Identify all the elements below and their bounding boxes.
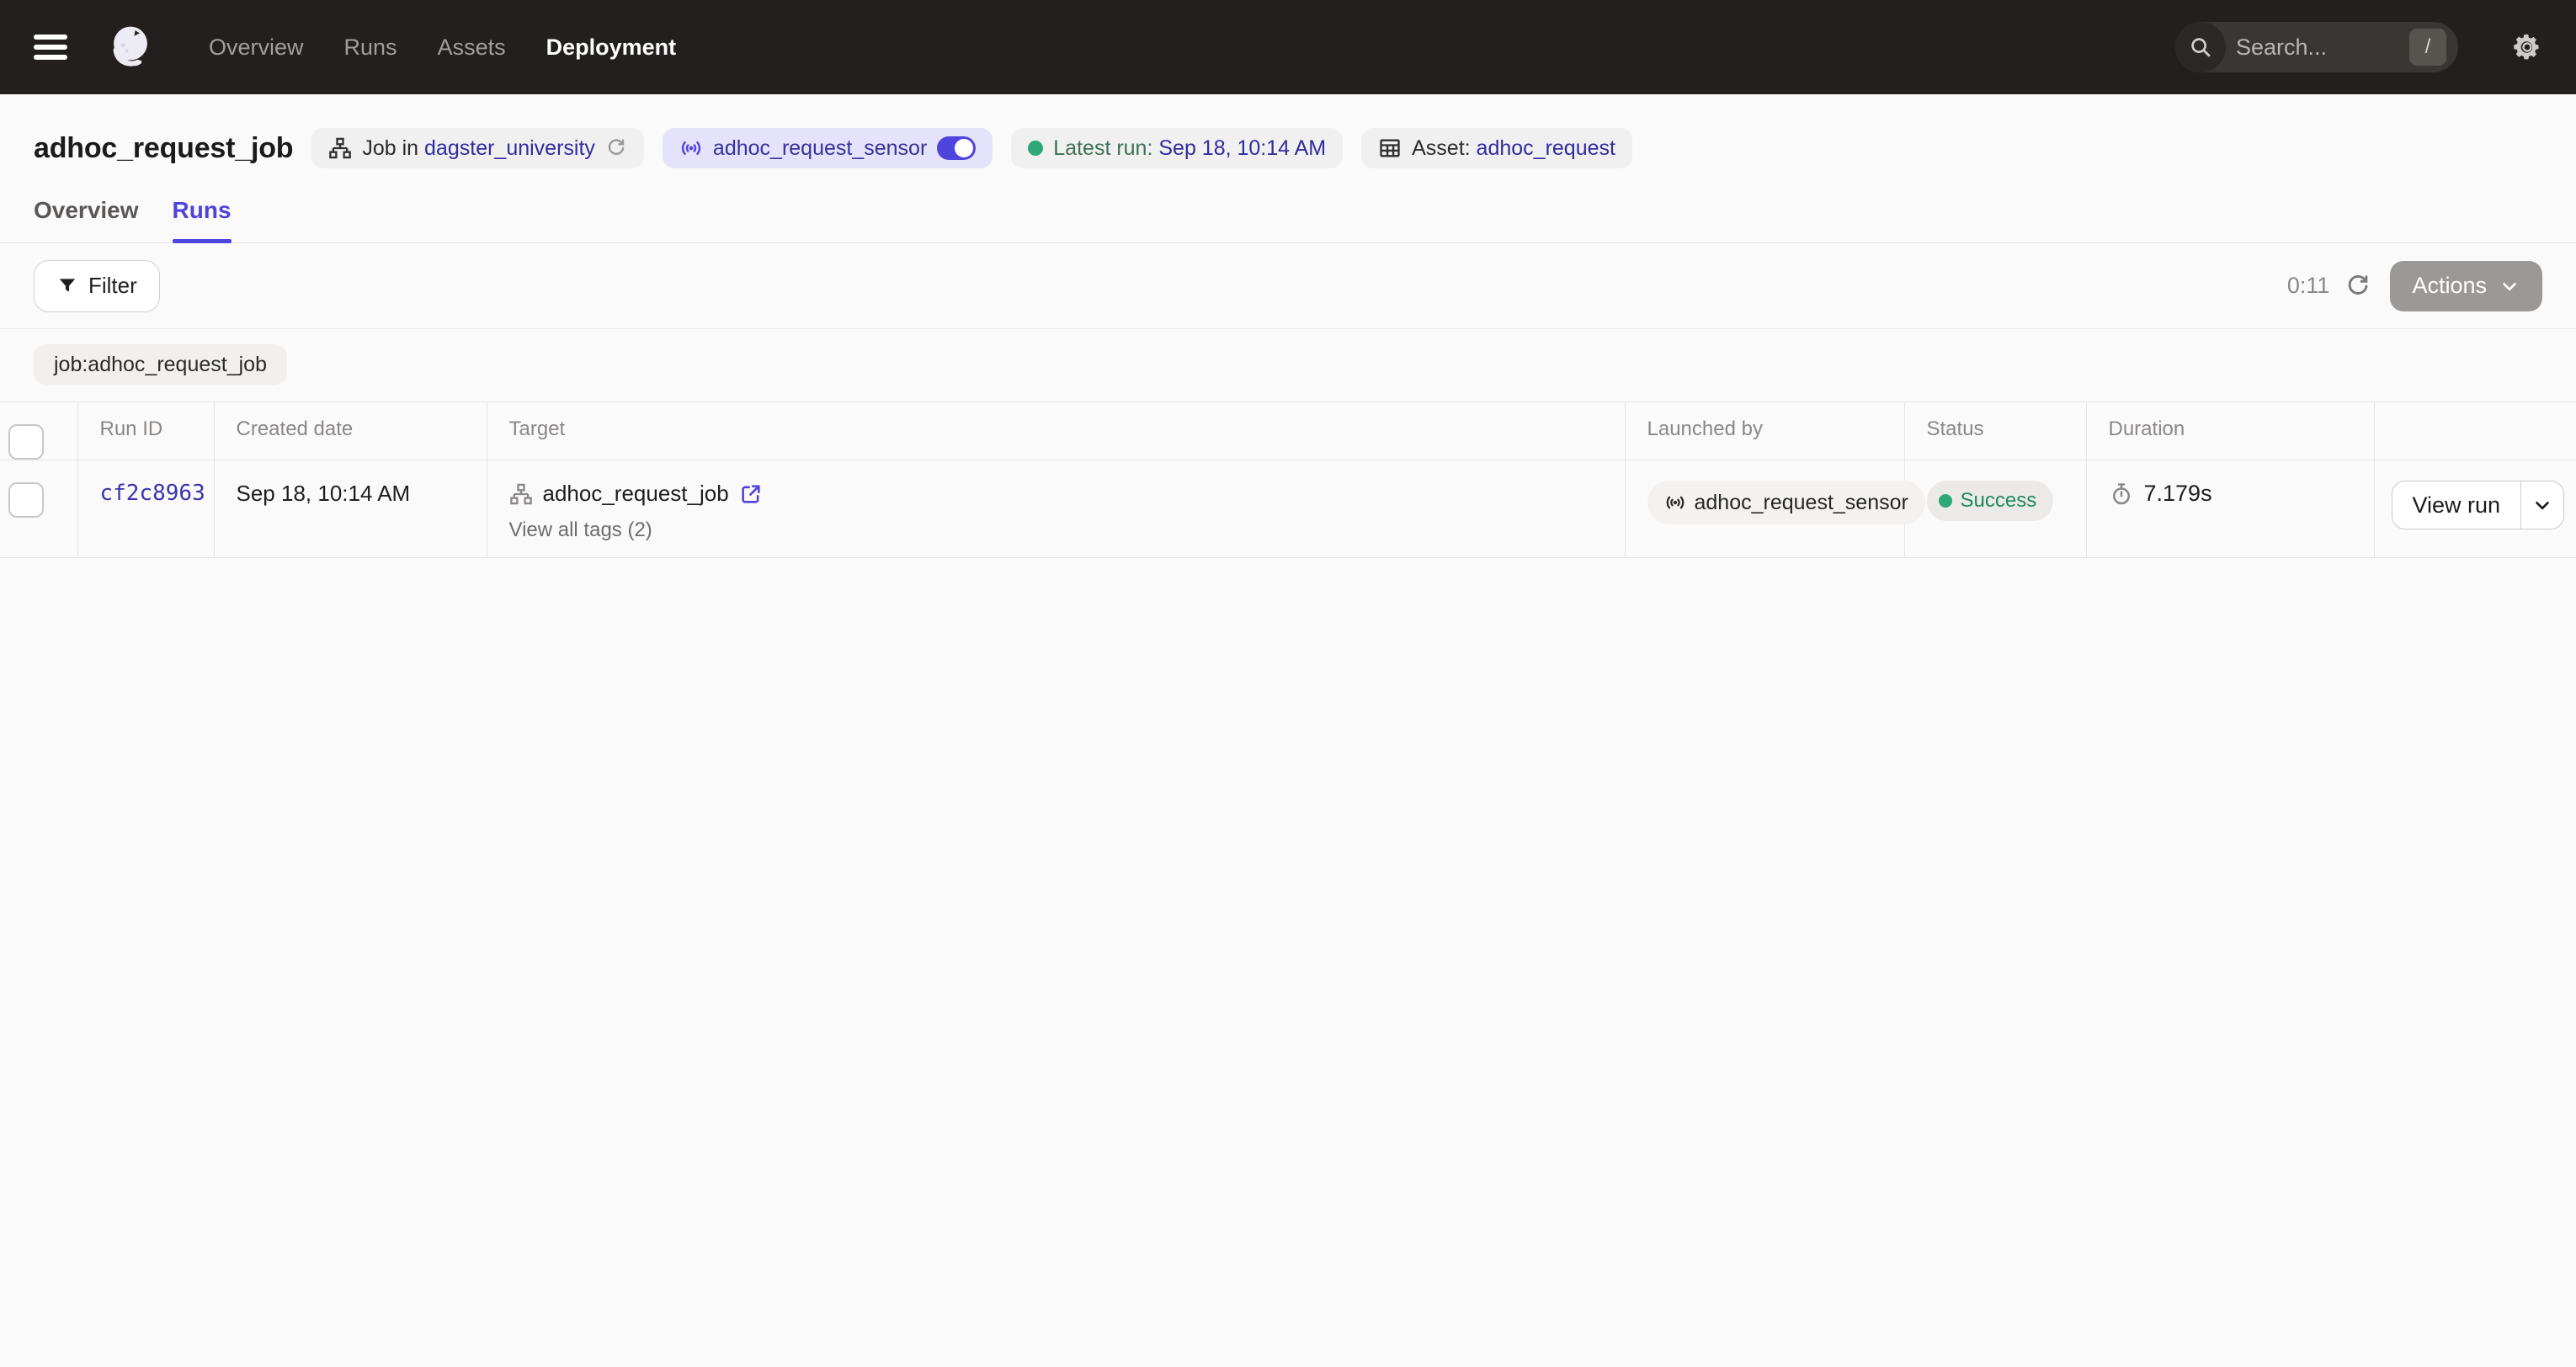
actions-button[interactable]: Actions [2390, 261, 2542, 311]
external-link-icon[interactable] [739, 482, 763, 506]
stopwatch-icon [2109, 481, 2134, 507]
column-header-launched-by: Launched by [1625, 402, 1904, 460]
view-run-button[interactable]: View run [2392, 481, 2521, 529]
launched-by-name: adhoc_request_sensor [1695, 491, 1908, 515]
hamburger-menu-icon[interactable] [34, 35, 67, 60]
view-all-tags-link[interactable]: View all tags (2) [509, 519, 652, 542]
column-header-duration: Duration [2086, 402, 2374, 460]
search-box[interactable]: / [2175, 22, 2458, 72]
view-run-split-button: View run [2392, 481, 2565, 529]
reload-repo-icon[interactable] [605, 137, 627, 159]
asset-text: Asset: adhoc_request [1412, 136, 1615, 161]
sensor-icon [1664, 492, 1686, 513]
job-icon [328, 136, 352, 160]
search-input[interactable] [2226, 35, 2409, 61]
column-header-created-date: Created date [214, 402, 487, 460]
latest-run-link[interactable]: Sep 18, 10:14 AM [1158, 136, 1326, 160]
table-header-row: Run ID Created date Target Launched by S… [0, 402, 2576, 460]
nav-item-deployment[interactable]: Deployment [546, 35, 677, 61]
tab-bar: Overview Runs [0, 173, 2576, 243]
column-header-status: Status [1904, 402, 2086, 460]
latest-run-text: Latest run: Sep 18, 10:14 AM [1053, 136, 1326, 161]
page: Overview Runs Assets Deployment / adhoc_… [0, 0, 2576, 1367]
actions-button-label: Actions [2412, 273, 2487, 299]
filter-button-label: Filter [88, 273, 137, 299]
filter-tag[interactable]: job:adhoc_request_job [34, 344, 287, 385]
target-job-name: adhoc_request_job [543, 481, 729, 507]
view-run-dropdown-button[interactable] [2520, 481, 2563, 529]
sensor-link[interactable]: adhoc_request_sensor [713, 136, 927, 161]
sensor-icon [679, 136, 703, 160]
status-label: Success [1961, 489, 2037, 513]
tab-overview[interactable]: Overview [34, 197, 139, 242]
latest-run-badge: Latest run: Sep 18, 10:14 AM [1011, 128, 1343, 168]
nav-item-runs[interactable]: Runs [344, 35, 397, 61]
search-shortcut-key: / [2409, 29, 2446, 66]
asset-link[interactable]: adhoc_request [1477, 136, 1615, 160]
select-all-checkbox[interactable] [8, 424, 44, 460]
nav-links: Overview Runs Assets Deployment [209, 35, 676, 61]
refresh-countdown: 0:11 [2287, 273, 2330, 299]
column-header-run-id: Run ID [77, 402, 214, 460]
table-row: cf2c8963 Sep 18, 10:14 AM adhoc_requ [0, 460, 2576, 558]
job-location-text: Job in dagster_university [362, 136, 595, 161]
status-badge: Success [1927, 481, 2054, 521]
chevron-down-icon [2499, 275, 2520, 297]
duration-value: 7.179s [2144, 481, 2212, 507]
nav-item-overview[interactable]: Overview [209, 35, 304, 61]
asset-icon [1378, 136, 1402, 160]
gear-icon[interactable] [2512, 32, 2542, 62]
runs-toolbar: Filter 0:11 Actions [0, 243, 2576, 329]
column-header-target: Target [487, 402, 1625, 460]
repo-link[interactable]: dagster_university [424, 136, 595, 160]
chevron-down-icon [2531, 494, 2553, 516]
top-navigation: Overview Runs Assets Deployment / [0, 0, 2576, 94]
dagster-logo-icon[interactable] [104, 21, 157, 73]
filter-icon [56, 275, 78, 297]
run-id-link[interactable]: cf2c8963 [100, 481, 205, 506]
filter-button[interactable]: Filter [34, 260, 160, 312]
runs-table: Run ID Created date Target Launched by S… [0, 402, 2576, 558]
asset-badge: Asset: adhoc_request [1361, 128, 1632, 168]
row-checkbox[interactable] [8, 482, 44, 518]
latest-run-status-dot [1028, 141, 1043, 156]
column-header-actions [2374, 402, 2576, 460]
nav-item-assets[interactable]: Assets [438, 35, 506, 61]
search-icon [2175, 22, 2226, 72]
sensor-toggle[interactable] [937, 136, 976, 160]
page-title: adhoc_request_job [34, 132, 293, 165]
refresh-icon[interactable] [2344, 273, 2371, 300]
launched-by-pill[interactable]: adhoc_request_sensor [1647, 481, 1925, 524]
success-dot [1939, 494, 1952, 508]
job-icon [509, 482, 533, 506]
tab-runs[interactable]: Runs [173, 197, 232, 242]
job-location-badge: Job in dagster_university [311, 128, 644, 168]
filter-tag-row: job:adhoc_request_job [0, 329, 2576, 402]
job-header: adhoc_request_job Job in dagster_univers… [0, 94, 2576, 173]
created-date: Sep 18, 10:14 AM [237, 481, 411, 506]
sensor-badge: adhoc_request_sensor [663, 128, 993, 168]
